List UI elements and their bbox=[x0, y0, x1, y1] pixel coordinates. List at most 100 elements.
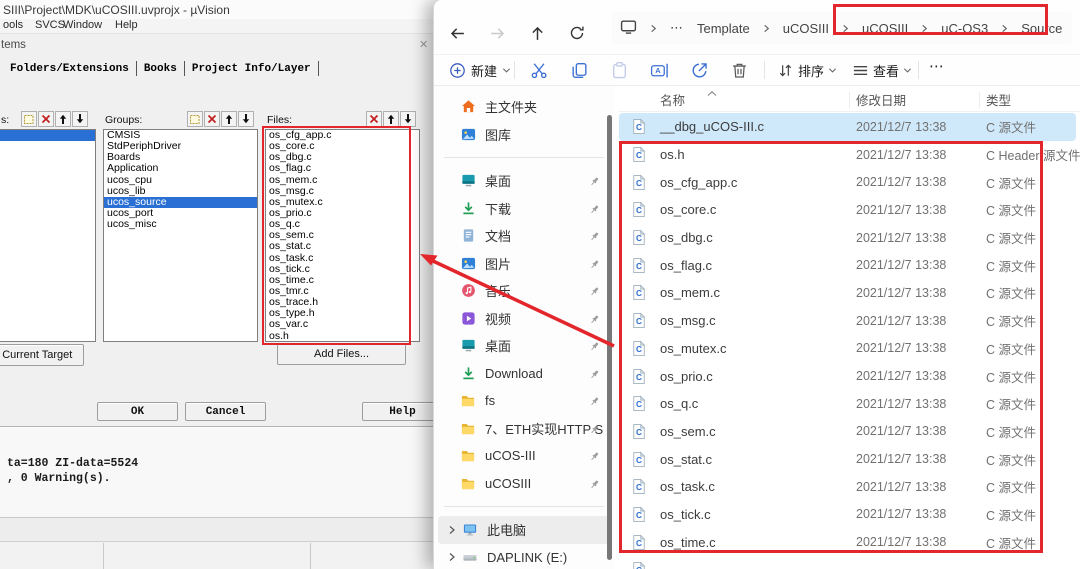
column-header-name[interactable]: 名称 bbox=[660, 90, 856, 109]
sidebar-item[interactable]: 主文件夹 bbox=[438, 93, 610, 121]
svg-text:C: C bbox=[636, 566, 642, 569]
sidebar-item[interactable]: 下载 bbox=[438, 195, 610, 223]
file-row[interactable]: C os_flag.c 2021/12/7 13:38 C 源文件 bbox=[619, 251, 1076, 279]
breadcrumb-item-uc-os3[interactable]: uC-OS3 bbox=[939, 20, 990, 37]
arrow-down-icon bbox=[76, 114, 84, 124]
view-button[interactable]: 查看 bbox=[852, 61, 912, 80]
file-row[interactable]: C os_q.c 2021/12/7 13:38 C 源文件 bbox=[619, 390, 1076, 418]
target-row[interactable] bbox=[0, 130, 95, 142]
sidebar-item[interactable]: 桌面 bbox=[438, 167, 610, 195]
cut-button[interactable] bbox=[529, 60, 549, 80]
file-row[interactable]: C os_cfg_app.c 2021/12/7 13:38 C 源文件 bbox=[619, 168, 1076, 196]
tab-books[interactable]: Books bbox=[137, 62, 184, 76]
manage-project-items-title-partial: tems bbox=[1, 39, 26, 51]
column-header-type[interactable]: 类型 bbox=[986, 90, 1080, 109]
breadcrumb-item-ucosiii[interactable]: uCOSIII bbox=[781, 20, 831, 37]
file-row[interactable]: C os_stat.c 2021/12/7 13:38 C 源文件 bbox=[619, 445, 1076, 473]
group-new-button[interactable] bbox=[187, 111, 203, 127]
file-move-up-button[interactable] bbox=[383, 111, 399, 127]
sidebar-item[interactable]: fs bbox=[438, 387, 610, 415]
sidebar-item[interactable]: uCOS-III bbox=[438, 442, 610, 470]
see-more-button[interactable]: ⋯ bbox=[929, 57, 945, 75]
breadcrumb-item-ucosiii2[interactable]: uCOSIII bbox=[860, 20, 910, 37]
back-button[interactable] bbox=[444, 20, 470, 46]
file-row[interactable]: C os_time.c 2021/12/7 13:38 C 源文件 bbox=[619, 528, 1076, 556]
share-button[interactable] bbox=[689, 60, 709, 80]
svg-text:C: C bbox=[636, 372, 642, 382]
file-row[interactable]: C os_sem.c 2021/12/7 13:38 C 源文件 bbox=[619, 418, 1076, 446]
file-row[interactable]: C bbox=[619, 556, 1076, 569]
column-header-date[interactable]: 修改日期 bbox=[856, 90, 986, 109]
copy-button[interactable] bbox=[569, 60, 589, 80]
breadcrumb-item-source[interactable]: Source bbox=[1019, 20, 1064, 37]
add-files-button[interactable]: Add Files... bbox=[277, 343, 406, 365]
menu-window[interactable]: Window bbox=[63, 19, 102, 31]
rename-button[interactable]: A bbox=[649, 60, 669, 80]
delete-button[interactable] bbox=[729, 60, 749, 80]
file-row[interactable]: C os_mem.c 2021/12/7 13:38 C 源文件 bbox=[619, 279, 1076, 307]
sidebar-item[interactable]: 此电脑 bbox=[438, 516, 610, 544]
paste-button[interactable] bbox=[609, 60, 629, 80]
file-row[interactable]: C os_prio.c 2021/12/7 13:38 C 源文件 bbox=[619, 362, 1076, 390]
target-delete-button[interactable] bbox=[38, 111, 54, 127]
new-button[interactable]: 新建 bbox=[449, 61, 511, 80]
desktop-icon bbox=[460, 338, 476, 354]
help-button[interactable]: Help bbox=[362, 402, 443, 421]
ok-button[interactable]: OK bbox=[97, 402, 178, 421]
targets-list[interactable] bbox=[0, 129, 96, 342]
column-divider[interactable] bbox=[849, 92, 850, 108]
file-row[interactable]: C os.h 2021/12/7 13:38 C Header 源文件 bbox=[619, 141, 1080, 169]
breadcrumb-item-template[interactable]: Template bbox=[695, 20, 752, 37]
breadcrumb-overflow[interactable]: ⋯ bbox=[668, 19, 685, 37]
file-move-down-button[interactable] bbox=[400, 111, 416, 127]
up-button[interactable] bbox=[524, 20, 550, 46]
plus-circle-icon bbox=[450, 62, 465, 78]
file-row[interactable]: C os_mutex.c 2021/12/7 13:38 C 源文件 bbox=[619, 335, 1076, 363]
group-move-up-button[interactable] bbox=[221, 111, 237, 127]
target-new-button[interactable] bbox=[21, 111, 37, 127]
chevron-down-icon bbox=[903, 67, 912, 73]
file-row[interactable]: C os_tick.c 2021/12/7 13:38 C 源文件 bbox=[619, 501, 1076, 529]
file-row[interactable]: C os_core.c 2021/12/7 13:38 C 源文件 bbox=[619, 196, 1076, 224]
cancel-button[interactable]: Cancel bbox=[185, 402, 266, 421]
sidebar-item[interactable]: 视频 bbox=[438, 305, 610, 333]
refresh-button[interactable] bbox=[564, 20, 590, 46]
menu-tools-partial[interactable]: ools bbox=[3, 19, 23, 31]
menu-help[interactable]: Help bbox=[115, 19, 138, 31]
group-delete-button[interactable] bbox=[204, 111, 220, 127]
tab-folders-extensions[interactable]: Folders/Extensions bbox=[3, 62, 136, 76]
sidebar-item[interactable]: Download bbox=[438, 360, 610, 388]
group-row[interactable]: ucos_misc bbox=[104, 219, 257, 230]
column-divider[interactable] bbox=[979, 92, 980, 108]
sidebar-scrollbar[interactable] bbox=[607, 115, 612, 560]
file-delete-button[interactable] bbox=[366, 111, 382, 127]
files-list[interactable]: os_cfg_app.c os_core.c os_dbg.c os_flag.c os… bbox=[265, 129, 420, 342]
sidebar-item[interactable]: 文档 bbox=[438, 222, 610, 250]
tab-project-info-layer[interactable]: Project Info/Layer bbox=[185, 62, 318, 76]
file-item-row[interactable]: os_var.c bbox=[266, 319, 419, 330]
groups-list[interactable]: CMSIS StdPeriphDriver Boards Application uco… bbox=[103, 129, 258, 342]
file-row[interactable]: C os_task.c 2021/12/7 13:38 C 源文件 bbox=[619, 473, 1076, 501]
sidebar-item[interactable]: 图库 bbox=[438, 121, 610, 149]
file-row[interactable]: C __dbg_uCOS-III.c 2021/12/7 13:38 C 源文件 bbox=[619, 113, 1076, 141]
target-move-down-button[interactable] bbox=[72, 111, 88, 127]
sidebar-item[interactable]: DAPLINK (E:) bbox=[438, 544, 610, 569]
target-move-up-button[interactable] bbox=[55, 111, 71, 127]
forward-button[interactable] bbox=[484, 20, 510, 46]
group-move-down-button[interactable] bbox=[238, 111, 254, 127]
file-row[interactable]: C os_dbg.c 2021/12/7 13:38 C 源文件 bbox=[619, 224, 1076, 252]
current-location-icon[interactable] bbox=[618, 17, 639, 39]
chevron-right-icon[interactable] bbox=[444, 525, 460, 535]
sidebar-item[interactable]: 音乐 bbox=[438, 277, 610, 305]
sort-button[interactable]: 排序 bbox=[777, 61, 837, 80]
dialog-close-icon[interactable]: ✕ bbox=[419, 38, 428, 51]
sidebar-item[interactable]: uCOSIII bbox=[438, 470, 610, 498]
menu-svcs[interactable]: SVCS bbox=[35, 19, 65, 31]
file-item-row[interactable]: os.h bbox=[266, 330, 419, 341]
set-as-current-target-button[interactable]: s Current Target bbox=[0, 344, 84, 366]
sidebar-item[interactable]: 图片 bbox=[438, 250, 610, 278]
file-row[interactable]: C os_msg.c 2021/12/7 13:38 C 源文件 bbox=[619, 307, 1076, 335]
chevron-right-icon[interactable] bbox=[444, 552, 460, 562]
sidebar-item[interactable]: 桌面 bbox=[438, 332, 610, 360]
sidebar-item[interactable]: 7、ETH实现HTTP Serve bbox=[438, 415, 610, 443]
